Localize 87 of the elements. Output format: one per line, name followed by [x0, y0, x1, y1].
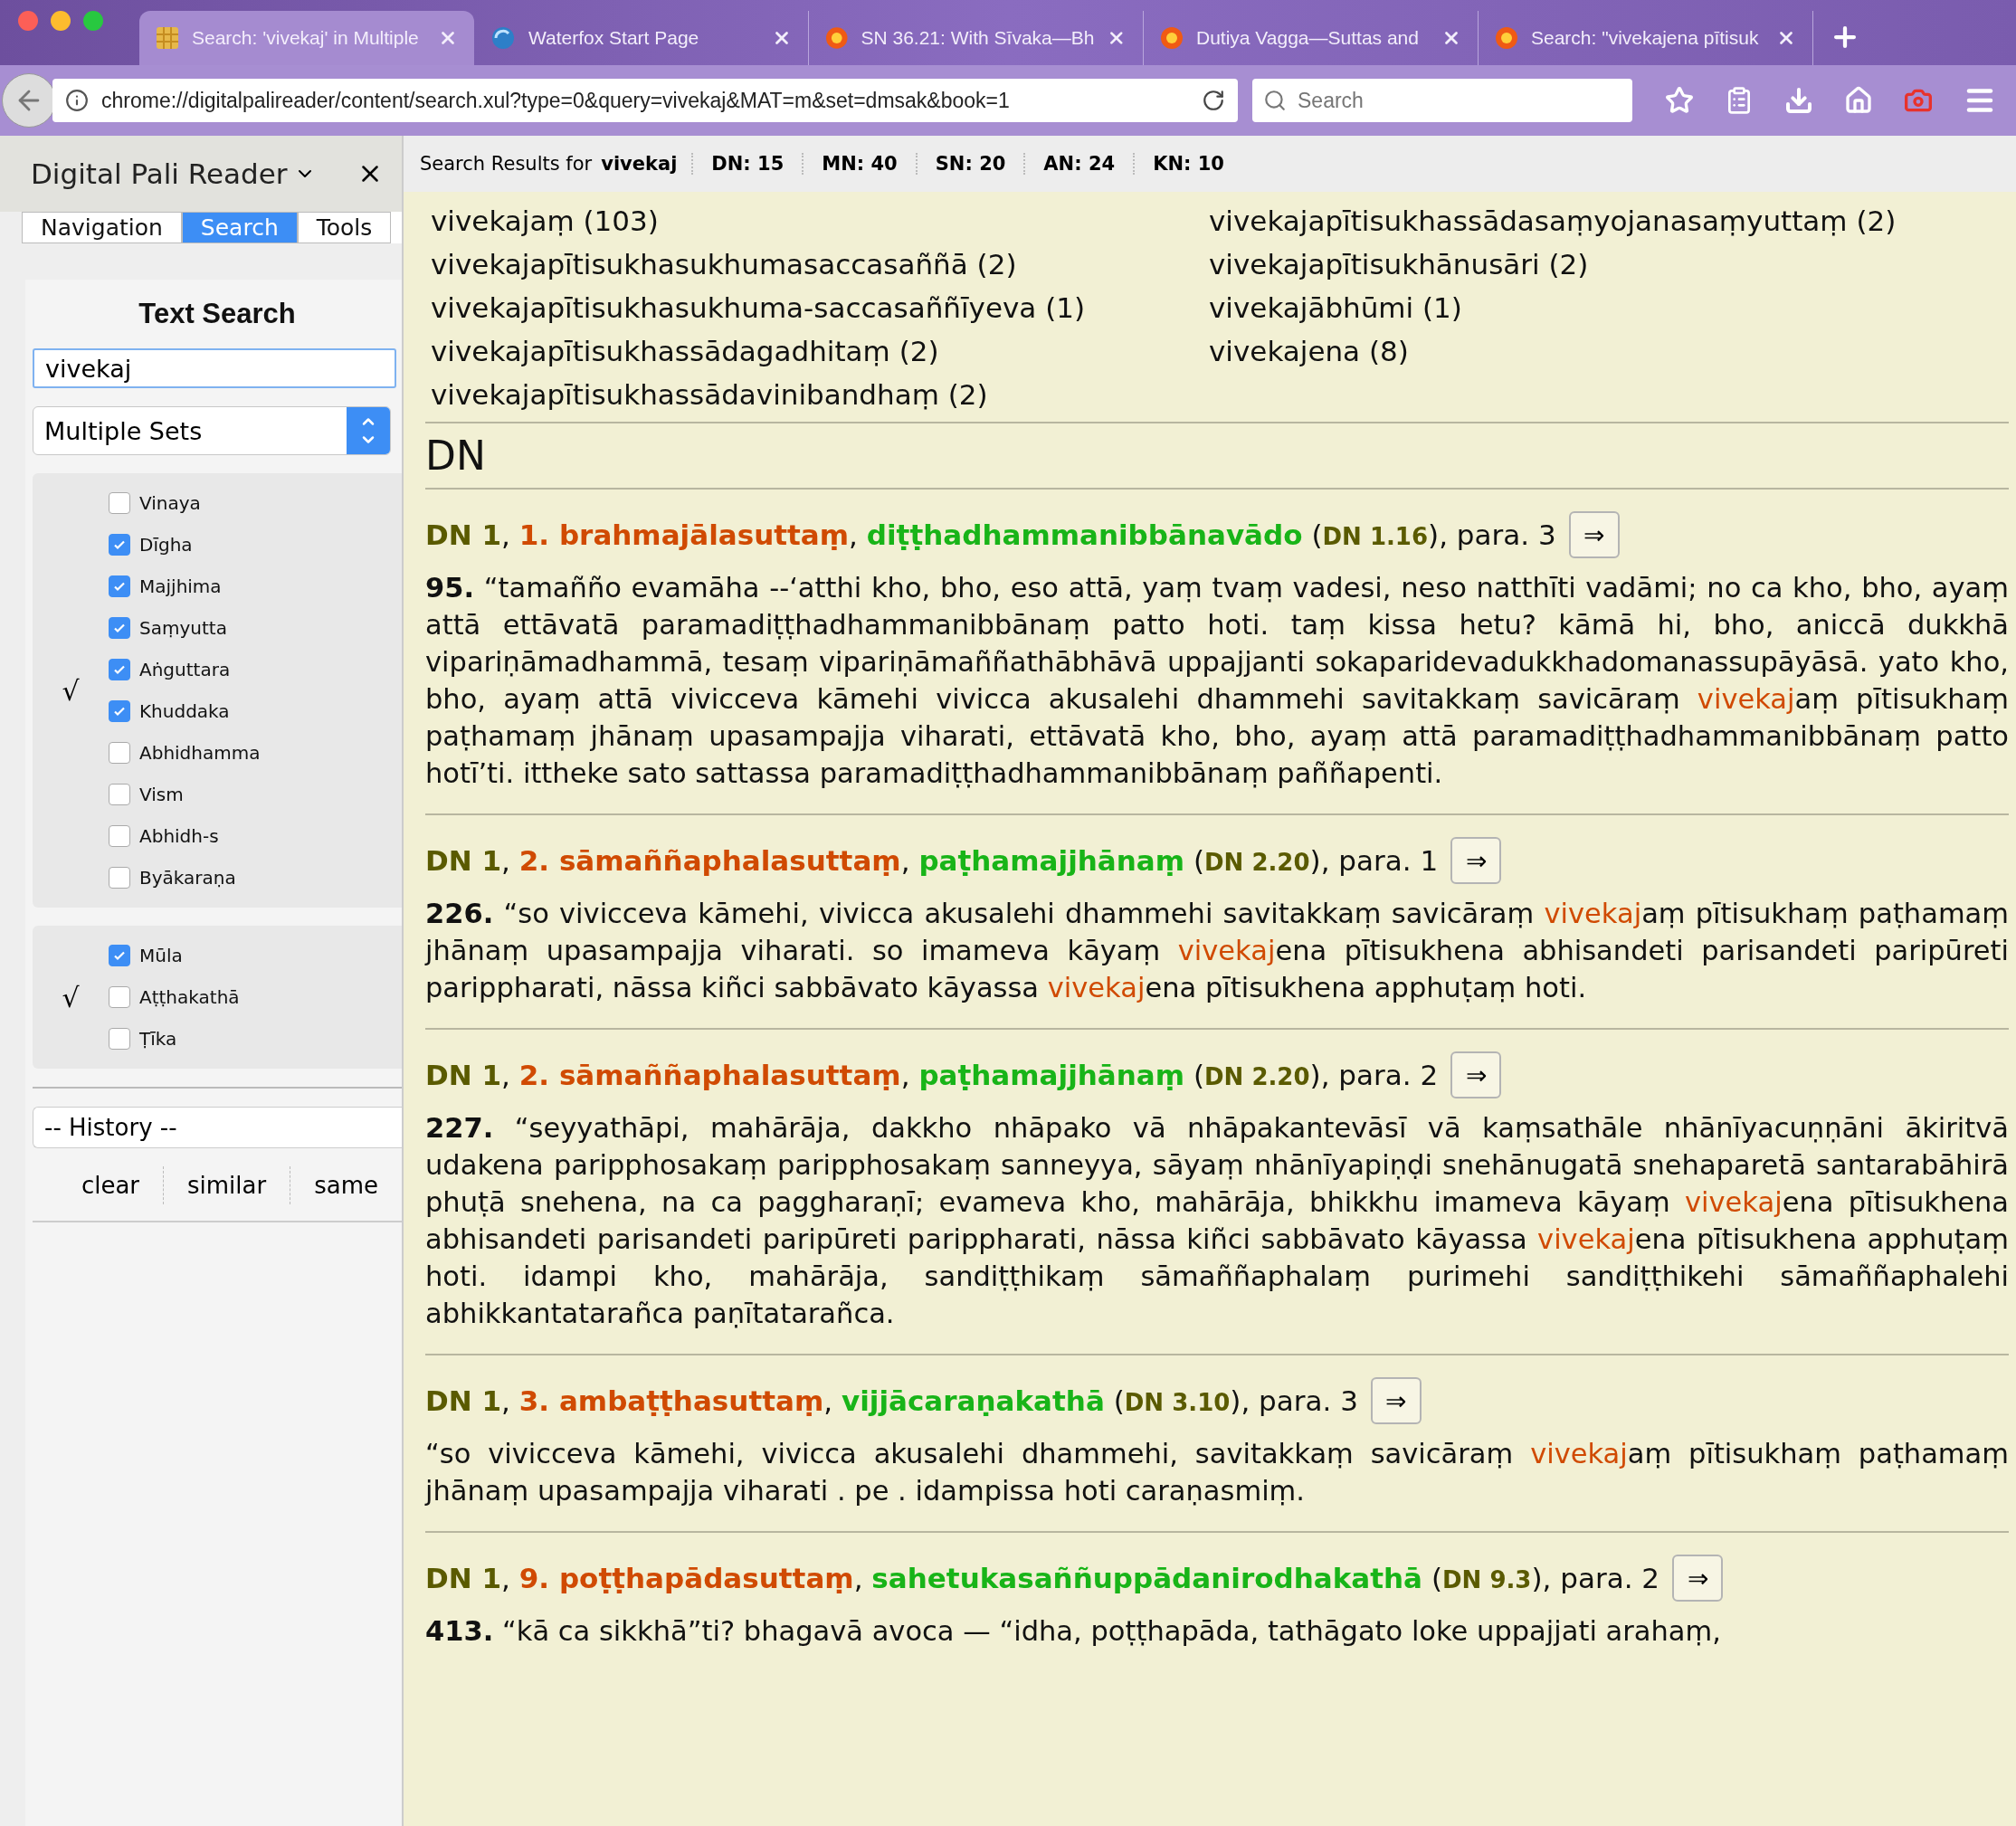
checkbox[interactable]: [109, 659, 130, 680]
search-field[interactable]: Search: [1252, 79, 1632, 122]
sun-icon: [1495, 26, 1518, 50]
collection-count[interactable]: SN: 20: [915, 153, 1024, 175]
tick-mark: √: [61, 674, 81, 707]
sidebar-tab[interactable]: Navigation: [22, 212, 182, 243]
checkbox-option[interactable]: Majjhima: [109, 566, 261, 607]
close-window-icon[interactable]: [18, 11, 38, 31]
minimize-window-icon[interactable]: [51, 11, 71, 31]
word-link[interactable]: vivekajaṃ (103): [431, 199, 1209, 243]
word-link[interactable]: vivekajapītisukhassādavinibandhaṃ (2): [431, 373, 1209, 416]
go-button[interactable]: ⇒: [1370, 1377, 1422, 1424]
checkbox-option[interactable]: Dīgha: [109, 524, 261, 566]
checkbox[interactable]: [109, 534, 130, 556]
results-label: Search Results for: [420, 153, 593, 175]
collection-count[interactable]: KN: 10: [1133, 153, 1242, 175]
checkbox-option[interactable]: Vinaya: [109, 482, 261, 524]
section-title: DN: [425, 433, 487, 479]
checkbox[interactable]: [109, 986, 130, 1008]
hit-heading: DN 1, 9. poṭṭhapādasuttaṃ, sahetukasaññuppādanirodhakathā (DN 9.3), para. 2: [425, 1562, 1660, 1594]
reload-icon[interactable]: [1202, 89, 1225, 112]
passage-text: 226. “so vivicceva kāmehi, vivicca akusalehi dhammehi savitakkaṃ savicāraṃ vivekajaṃ pītisukhaṃ paṭhamaṃ jhānaṃ upasampajja viharati. so imameva kāyaṃ vivekajena pītisukhena abhisandeti parisandeti paripūreti parippharati, nāssa kiñci sabbāvato kāyassa vivekajena pītisukhena apphuṭaṃ hoti.: [425, 897, 2009, 1005]
word-link[interactable]: vivekajapītisukhānusāri (2): [1209, 243, 2009, 286]
sun-icon: [1160, 26, 1184, 50]
checkbox[interactable]: [109, 575, 130, 597]
checkbox-option[interactable]: Aṅguttara: [109, 649, 261, 690]
checkbox[interactable]: [109, 867, 130, 889]
passage-text: 413. “kā ca sikkhā”ti? bhagavā avoca — “idha, poṭṭhapāda, tathāgato loke uppajjati arahaṃ,: [425, 1614, 1722, 1649]
checkbox-option[interactable]: Mūla: [109, 935, 240, 976]
download-icon[interactable]: [1784, 86, 1813, 115]
history-action-button[interactable]: clear: [57, 1166, 163, 1204]
go-button[interactable]: ⇒: [1450, 1051, 1502, 1098]
word-link[interactable]: vivekajābhūmi (1): [1209, 286, 2009, 329]
sidebar-tab[interactable]: Tools: [297, 212, 392, 243]
hit-heading: DN 1, 3. ambaṭṭhasuttaṃ, vijjācaraṇakathā (DN 3.10), para. 3: [425, 1384, 1358, 1417]
panel-heading: Text Search: [138, 298, 297, 330]
history-action-button[interactable]: similar: [163, 1166, 290, 1204]
history-select[interactable]: -- History --: [33, 1107, 402, 1148]
results-query: vivekaj: [601, 153, 679, 175]
set-select[interactable]: Multiple Sets: [33, 406, 391, 455]
tile-icon: [156, 26, 179, 50]
hit-heading: DN 1, 2. sāmaññaphalasuttaṃ, paṭhamajjhānaṃ (DN 2.20), para. 1: [425, 844, 1439, 877]
checkbox-option[interactable]: Abhidhamma: [109, 732, 261, 774]
collection-count[interactable]: MN: 40: [802, 153, 916, 175]
checkbox-option[interactable]: Byākaraṇa: [109, 857, 261, 899]
passage-text: 227. “seyyathāpi, mahārāja, dakkho nhāpako vā nhāpakantevāsī vā kaṃsathāle nhānīyacuṇṇāni ākiritvā udakena paripphosakaṃ paripphosakaṃ sanneyya, sāyaṃ nhānīyapiṇḍi snehānugatā snehaparetā santarabāhirā phuṭā snehena, na ca paggharaṇī; evameva kho, mahārāja, bhikkhu imameva kāyaṃ vivekajena pītisukhena abhisandeti parisandeti paripūreti parippharati, nāssa kiñci sabbāvato kāyassa vivekajena pītisukhena apphuṭaṃ hoti. idampi kho, mahārāja, sandiṭṭhikaṃ sāmaññaphalaṃ purimehi sandiṭṭhikehi sāmaññaphalehi abhikkantatarañca paṇītatarañca.: [425, 1111, 2009, 1331]
stepper-arrows-icon[interactable]: [347, 407, 390, 454]
query-field[interactable]: vivekaj: [33, 348, 396, 388]
word-link[interactable]: vivekajapītisukhasukhuma-saccasaññīyeva (1): [431, 286, 1209, 329]
go-button[interactable]: ⇒: [1672, 1555, 1724, 1602]
sidebar-title[interactable]: Digital Pali Reader: [31, 157, 288, 190]
checkbox-option[interactable]: Khuddaka: [109, 690, 261, 732]
checkbox[interactable]: [109, 617, 130, 639]
checkbox[interactable]: [109, 742, 130, 764]
checkbox-option[interactable]: Vism: [109, 774, 261, 815]
checkbox[interactable]: [109, 700, 130, 722]
info-icon[interactable]: [65, 89, 89, 112]
checkbox-option[interactable]: Saṃyutta: [109, 607, 261, 649]
history-action-button[interactable]: same: [290, 1166, 402, 1204]
hit-heading: DN 1, 2. sāmaññaphalasuttaṃ, paṭhamajjhānaṃ (DN 2.20), para. 2: [425, 1059, 1439, 1091]
collection-count[interactable]: AN: 24: [1023, 153, 1134, 175]
word-link[interactable]: vivekajapītisukhassādagadhitaṃ (2): [431, 329, 1209, 373]
checkbox[interactable]: [109, 492, 130, 514]
passage-text: 95. “tamañño evamāha --‘atthi kho, bho, eso attā, yaṃ tvaṃ vadesi, neso natthīti vadāmi; no ca kho, bho, ayaṃ attā ettāvatā paramadiṭṭhadhammanibbānaṃ patto hoti. taṃ kissa hetu? kāmā hi, bho, aniccā dukkhā vipariṇāmadhammā, tesaṃ vipariṇāmaññathābhāvā uppajjanti sokaparidevadukkhadomanassupāyāsā. yato kho, bho, ayaṃ attā vivicceva kāmehi vivicca akusalehi dhammehi savitakkaṃ savicāraṃ vivekajaṃ pītisukhaṃ paṭhamaṃ jhānaṃ upasampajja viharati, ettāvatā kho, bho, ayaṃ attā paramadiṭṭhadhammanibbānaṃ patto hotī’ti. ittheke sato sattassa paramadiṭṭhadhammanibbānaṃ paññapenti.: [425, 571, 2009, 791]
checkbox-option[interactable]: Abhidh-s: [109, 815, 261, 857]
checkbox[interactable]: [109, 784, 130, 805]
checkbox[interactable]: [109, 945, 130, 966]
word-link[interactable]: vivekajapītisukhasukhumasaccasaññā (2): [431, 243, 1209, 286]
checkbox[interactable]: [109, 1028, 130, 1050]
checkbox-option[interactable]: Aṭṭhakathā: [109, 976, 240, 1018]
collection-count[interactable]: DN: 15: [691, 153, 803, 175]
go-button[interactable]: ⇒: [1568, 511, 1620, 558]
tick-mark: √: [61, 981, 81, 1013]
word-link[interactable]: vivekajapītisukhassādasaṃyojanasaṃyuttaṃ (2): [1209, 199, 2009, 243]
star-icon[interactable]: [1665, 86, 1694, 115]
maximize-window-icon[interactable]: [83, 11, 103, 31]
home-icon[interactable]: [1844, 86, 1873, 115]
go-button[interactable]: ⇒: [1450, 837, 1502, 884]
search-icon: [1263, 89, 1287, 112]
hit-heading: DN 1, 1. brahmajālasuttaṃ, diṭṭhadhammanibbānavādo (DN 1.16), para. 3: [425, 518, 1556, 551]
address-field[interactable]: chrome://digitalpalireader/content/search.xul?type=0&query=vivekaj&MAT=m&set=dmsak&book=1: [52, 79, 1238, 122]
checkbox-option[interactable]: Ṭīka: [109, 1018, 240, 1060]
word-link[interactable]: vivekajena (8): [1209, 329, 2009, 373]
passage-text: “so vivicceva kāmehi, vivicca akusalehi dhammehi, savitakkaṃ savicāraṃ vivekajaṃ pītisukhaṃ paṭhamaṃ jhānaṃ upasampajja viharati . pe . idampissa hoti caraṇasmiṃ.: [425, 1437, 2009, 1508]
checkbox[interactable]: [109, 825, 130, 847]
globe-icon: [490, 25, 516, 51]
sun-icon: [825, 26, 849, 50]
